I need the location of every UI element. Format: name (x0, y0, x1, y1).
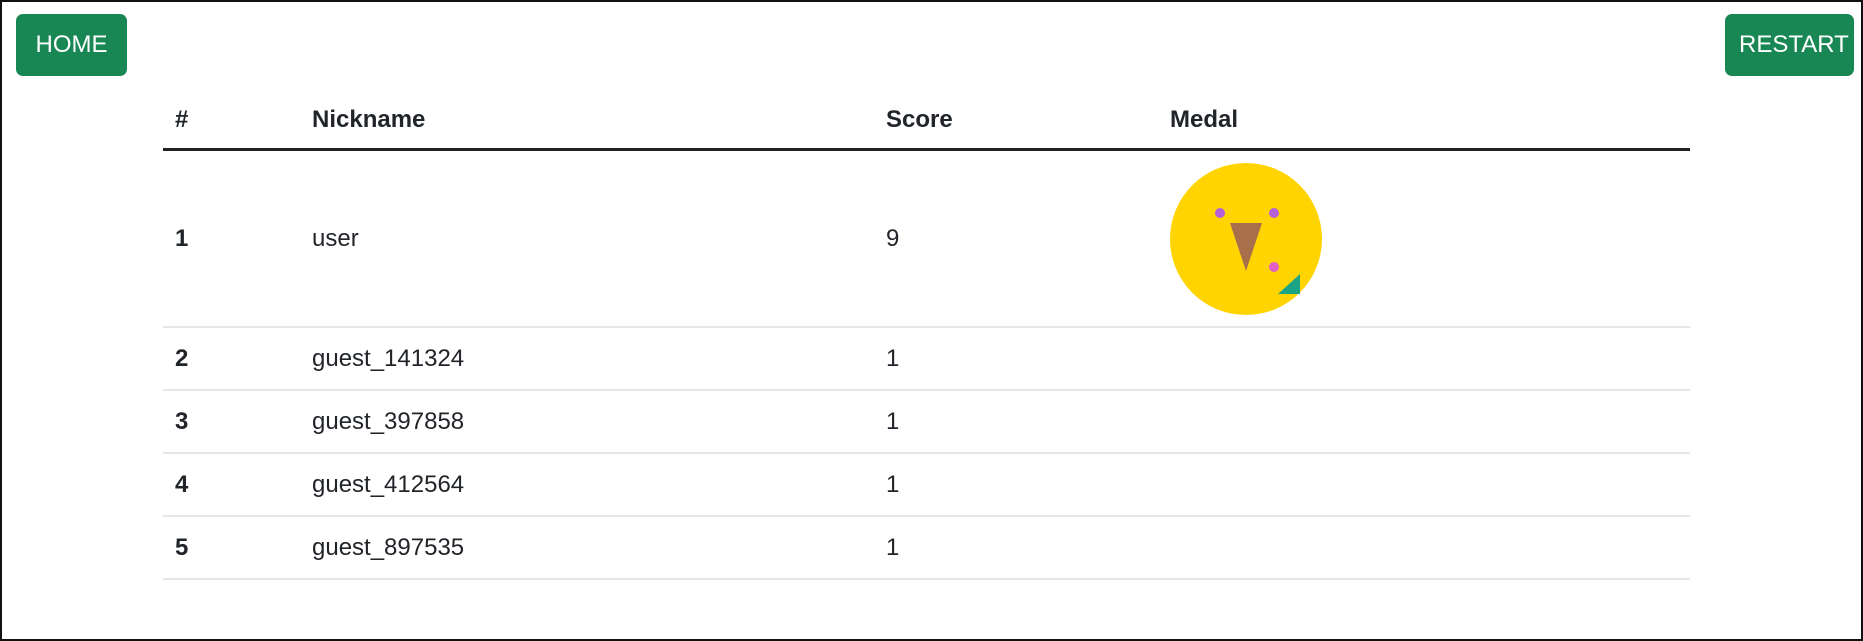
leaderboard-table: # Nickname Score Medal 1 user 9 2 guest_… (163, 92, 1690, 580)
score-cell: 1 (874, 516, 1158, 580)
rank-cell: 3 (163, 390, 300, 454)
nickname-cell: guest_397858 (300, 390, 874, 454)
page-frame: HOME RESTART # Nickname Score Medal 1 us… (0, 0, 1863, 641)
rank-cell: 5 (163, 516, 300, 580)
medal-cell (1158, 149, 1690, 328)
rank-column-header: # (163, 92, 300, 151)
table-row: 4 guest_412564 1 (163, 453, 1690, 517)
leaderboard-body: 1 user 9 2 guest_141324 1 3 guest_397858… (163, 149, 1690, 580)
rank-cell: 4 (163, 453, 300, 517)
medal-cell (1158, 453, 1690, 517)
score-cell: 1 (874, 453, 1158, 517)
home-button[interactable]: HOME (16, 14, 127, 76)
medal-column-header: Medal (1158, 92, 1690, 151)
table-row: 1 user 9 (163, 149, 1690, 328)
score-cell: 1 (874, 390, 1158, 454)
table-row: 2 guest_141324 1 (163, 327, 1690, 391)
nickname-column-header: Nickname (300, 92, 874, 151)
rank-cell: 2 (163, 327, 300, 391)
score-cell: 9 (874, 149, 1158, 328)
medal-cell (1158, 327, 1690, 391)
leaderboard-header: # Nickname Score Medal (163, 92, 1690, 151)
score-cell: 1 (874, 327, 1158, 391)
nickname-cell: guest_412564 (300, 453, 874, 517)
score-column-header: Score (874, 92, 1158, 151)
medal-cell (1158, 516, 1690, 580)
medal-cell (1158, 390, 1690, 454)
table-row: 5 guest_897535 1 (163, 516, 1690, 580)
restart-button[interactable]: RESTART (1725, 14, 1854, 76)
header-row: # Nickname Score Medal (163, 92, 1690, 151)
nickname-cell: user (300, 149, 874, 328)
nickname-cell: guest_141324 (300, 327, 874, 391)
rank-cell: 1 (163, 149, 300, 328)
gold-medal-icon (1170, 162, 1322, 315)
nickname-cell: guest_897535 (300, 516, 874, 580)
table-row: 3 guest_397858 1 (163, 390, 1690, 454)
